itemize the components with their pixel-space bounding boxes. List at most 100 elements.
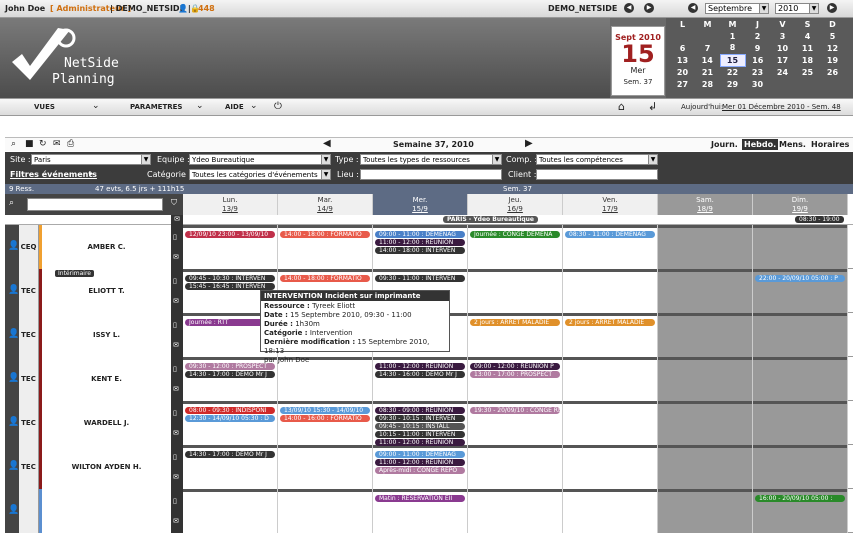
user-icon[interactable]: 👤 xyxy=(178,4,188,13)
day-cell[interactable] xyxy=(753,401,848,445)
mail-icon[interactable]: ✉ xyxy=(173,429,179,437)
resource-name[interactable] xyxy=(42,489,171,533)
next-icon[interactable]: ▶ xyxy=(644,3,654,13)
event-chip[interactable]: 14:30 - 16:00 : DEMO Mr J xyxy=(375,371,465,378)
day-cell[interactable] xyxy=(563,401,658,445)
event-chip[interactable]: 09:30 - 10:15 : INTERVEN xyxy=(375,415,465,422)
resource-name[interactable]: AMBER C. xyxy=(42,225,171,269)
mail-icon[interactable]: ✉ xyxy=(173,473,179,481)
menu-aide[interactable]: AIDE xyxy=(225,103,244,111)
day-cell[interactable] xyxy=(753,225,848,269)
refresh-icon[interactable]: ↻ xyxy=(39,139,47,149)
prev-icon[interactable]: ◀ xyxy=(624,3,634,13)
event-chip[interactable]: 09:30 - 11:00 : INTERVEN xyxy=(375,275,465,282)
cal-day[interactable]: 16 xyxy=(745,54,770,66)
day-cell[interactable] xyxy=(658,269,753,313)
cal-day[interactable]: 6 xyxy=(670,42,695,54)
mail-icon[interactable]: ✉ xyxy=(173,385,179,393)
cal-day[interactable]: 21 xyxy=(695,66,720,78)
event-chip[interactable]: 09:45 - 10:30 : INTERVEN xyxy=(185,275,275,282)
resource-name[interactable]: KENT E. xyxy=(42,357,171,401)
cal-day[interactable]: 28 xyxy=(695,78,720,90)
cal-day[interactable]: 22 xyxy=(720,66,745,78)
cal-day[interactable]: 10 xyxy=(770,42,795,54)
cal-day[interactable] xyxy=(820,78,845,90)
day-header[interactable]: Ven. 17/9 xyxy=(563,194,658,215)
person-icon[interactable]: 👤 xyxy=(5,401,19,445)
power-icon[interactable]: ⏻ xyxy=(274,101,282,112)
square-icon[interactable]: ■ xyxy=(25,139,34,149)
cal-day[interactable]: 14 xyxy=(695,54,720,66)
view-horaires[interactable]: Horaires xyxy=(811,140,849,149)
person-icon[interactable]: 👤 xyxy=(5,445,19,489)
cal-day[interactable] xyxy=(670,30,695,42)
event-chip[interactable]: 14:30 - 17:00 : DEMO Mr J xyxy=(185,371,275,378)
cal-day[interactable]: 11 xyxy=(795,42,820,54)
cal-day[interactable]: 24 xyxy=(770,66,795,78)
event-chip[interactable]: 10:15 - 11:00 : INTERVEN xyxy=(375,431,465,438)
event-chip[interactable]: 08:00 - 09:30 : INDISPONI xyxy=(185,407,275,414)
day-cell[interactable] xyxy=(468,445,563,489)
event-chip[interactable]: Journée : CONGE DEMENA xyxy=(470,231,560,238)
cal-day[interactable]: 27 xyxy=(670,78,695,90)
person-icon[interactable]: 👤 xyxy=(5,313,19,357)
event-chip[interactable]: 2 jours : ARRET MALADIE xyxy=(470,319,560,326)
event-chip[interactable]: 19:30 - 20/09/10 : CONGE RE xyxy=(470,407,560,414)
cal-day[interactable] xyxy=(770,78,795,90)
prev-week-icon[interactable]: ◀ xyxy=(323,138,331,149)
day-header[interactable]: Mer. 15/9 xyxy=(373,194,468,215)
day-cell[interactable] xyxy=(658,357,753,401)
mail-icon[interactable]: ✉ xyxy=(173,517,179,525)
day-cell[interactable] xyxy=(753,357,848,401)
type-select[interactable]: Toutes les types de ressources ▼ xyxy=(360,154,502,165)
document-icon[interactable]: ▯ xyxy=(173,409,177,417)
cal-day[interactable]: 25 xyxy=(795,66,820,78)
client-input[interactable] xyxy=(536,169,658,180)
lieu-input[interactable] xyxy=(360,169,502,180)
cal-day[interactable]: 30 xyxy=(745,78,770,90)
shield-icon[interactable]: ⛉ xyxy=(171,198,177,208)
day-cell[interactable] xyxy=(658,489,753,533)
day-header[interactable]: Lun. 13/9 xyxy=(183,194,278,215)
person-icon[interactable]: 👤 xyxy=(5,269,19,313)
mail-icon[interactable]: ✉ xyxy=(53,139,61,149)
cal-next-icon[interactable]: ▶ xyxy=(827,3,837,13)
filtres-link[interactable]: Filtres événements xyxy=(10,170,97,179)
day-cell[interactable] xyxy=(753,445,848,489)
document-icon[interactable]: ▯ xyxy=(173,365,177,373)
next-week-icon[interactable]: ▶ xyxy=(525,138,533,149)
day-header[interactable]: Mar. 14/9 xyxy=(278,194,373,215)
view-mens[interactable]: Mens. xyxy=(779,140,806,149)
day-header[interactable]: Dim. 19/9 xyxy=(753,194,848,215)
mail-icon[interactable]: ✉ xyxy=(171,215,183,225)
search-icon[interactable]: ⌕ xyxy=(11,139,16,149)
cal-day[interactable]: 13 xyxy=(670,54,695,66)
day-cell[interactable] xyxy=(658,445,753,489)
home-icon[interactable]: ⌂ xyxy=(618,100,625,113)
day-cell[interactable] xyxy=(468,489,563,533)
person-icon[interactable]: 👤 xyxy=(5,225,19,269)
day-cell[interactable] xyxy=(658,225,753,269)
event-chip[interactable]: Matin : RESERVATION EII xyxy=(375,495,465,502)
event-chip[interactable]: 15:45 - 16:45 : INTERVEN xyxy=(185,283,275,290)
resource-name[interactable]: WILTON AYDEN H. xyxy=(42,445,171,489)
day-header[interactable]: Sam. 18/9 xyxy=(658,194,753,215)
document-icon[interactable]: ▯ xyxy=(173,497,177,505)
day-cell[interactable] xyxy=(563,269,658,313)
cal-day[interactable]: 9 xyxy=(745,42,770,54)
document-icon[interactable]: ▯ xyxy=(173,233,177,241)
chevron-right-icon[interactable]: ▸ xyxy=(89,169,93,178)
cal-day[interactable]: 20 xyxy=(670,66,695,78)
cal-day[interactable]: 29 xyxy=(720,78,745,90)
chevron-down-icon[interactable]: ⌄ xyxy=(250,101,258,111)
resource-search-input[interactable] xyxy=(27,198,163,211)
day-cell[interactable] xyxy=(563,445,658,489)
view-hebdo[interactable]: Hebdo. xyxy=(742,139,779,150)
event-chip[interactable]: Après-midi : CONGE REPO xyxy=(375,467,465,474)
event-chip[interactable]: 11:00 - 12:00 : REUNION xyxy=(375,239,465,246)
mail-icon[interactable]: ✉ xyxy=(173,341,179,349)
event-chip[interactable]: 09:45 - 10:15 : INSTALL xyxy=(375,423,465,430)
mail-icon[interactable]: ✉ xyxy=(173,297,179,305)
cat-select[interactable]: Toutes les catégories d'événements ▼ xyxy=(189,169,331,180)
event-chip[interactable]: 08:30 - 11:00 : DEMENAG xyxy=(565,231,655,238)
